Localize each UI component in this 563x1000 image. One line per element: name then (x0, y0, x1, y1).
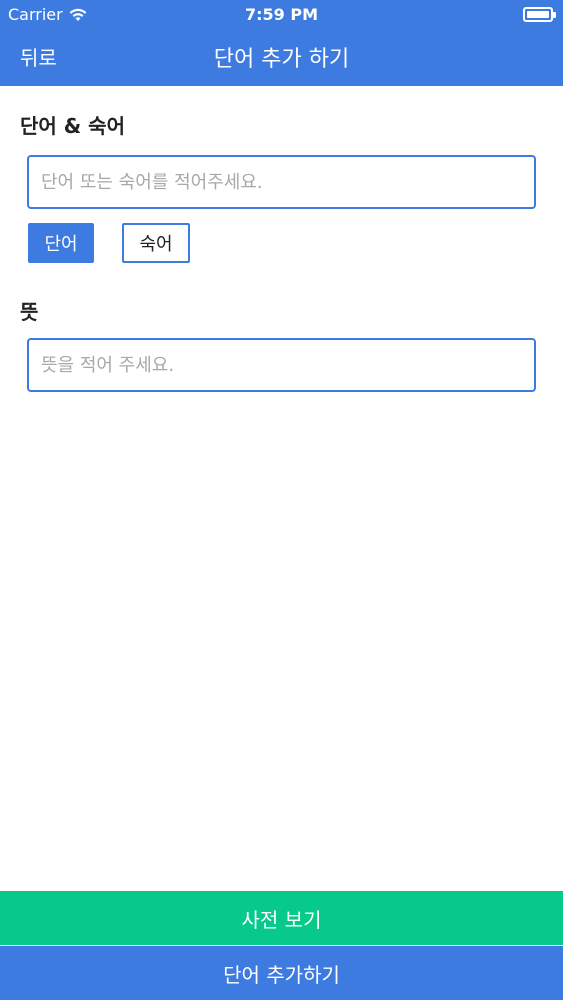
meaning-section-label: 뜻 (20, 300, 39, 324)
type-word-button[interactable]: 단어 (28, 223, 94, 263)
page-title: 단어 추가 하기 (213, 47, 350, 72)
status-time: 7:59 PM (244, 5, 318, 24)
app-header: Carrier 7:59 PM 뒤로 단어 추가 하기 (0, 0, 563, 86)
add-word-button[interactable]: 단어 추가하기 (0, 946, 563, 1000)
type-phrase-button[interactable]: 숙어 (122, 223, 190, 263)
back-button[interactable]: 뒤로 (20, 42, 57, 71)
battery-icon (523, 7, 556, 22)
word-section-label: 단어 & 숙어 (20, 114, 125, 138)
status-bar: Carrier 7:59 PM (0, 0, 563, 30)
meaning-input[interactable] (27, 338, 536, 392)
view-dictionary-button[interactable]: 사전 보기 (0, 891, 563, 945)
word-input[interactable] (27, 155, 536, 209)
nav-bar: 뒤로 단어 추가 하기 (0, 30, 563, 86)
